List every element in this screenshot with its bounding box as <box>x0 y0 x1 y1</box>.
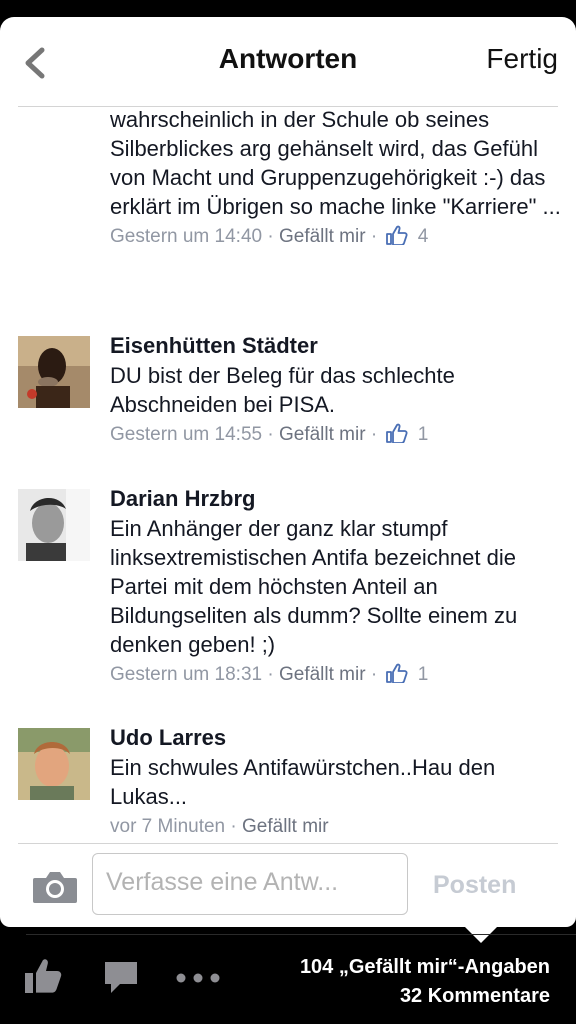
comment-meta: Gestern um 14:40 · Gefällt mir · 4 <box>110 225 429 247</box>
composer-divider <box>18 843 558 844</box>
comment-list[interactable]: wahrscheinlich in der Schule ob seines S… <box>0 107 576 845</box>
camera-icon[interactable] <box>32 870 78 904</box>
like-link[interactable]: Gefällt mir <box>279 424 366 445</box>
avatar[interactable] <box>18 489 90 561</box>
thumbs-up-icon <box>386 225 408 245</box>
likes-count-text[interactable]: 104 „Gefällt mir“-Angaben <box>300 953 550 982</box>
header: Antworten Fertig <box>0 17 576 107</box>
more-dots-icon[interactable] <box>176 973 220 983</box>
comment-meta: Gestern um 18:31 · Gefällt mir · 1 <box>110 663 429 685</box>
done-button[interactable]: Fertig <box>486 43 558 75</box>
speech-bubble-icon[interactable] <box>103 960 139 994</box>
replies-panel: Antworten Fertig wahrscheinlich in der S… <box>0 17 576 927</box>
comment-meta: vor 7 Minuten · Gefällt mir <box>110 816 329 837</box>
like-count: 1 <box>417 664 429 685</box>
comment-time: Gestern um 14:40 <box>110 226 263 247</box>
avatar[interactable] <box>18 728 90 800</box>
avatar[interactable] <box>18 336 90 408</box>
comment-meta: Gestern um 14:55 · Gefällt mir · 1 <box>110 423 429 445</box>
comment-time: vor 7 Minuten <box>110 816 226 837</box>
reply-input[interactable]: Verfasse eine Antw... <box>92 853 408 915</box>
post-button[interactable]: Posten <box>433 871 516 900</box>
comment-time: Gestern um 14:55 <box>110 424 263 445</box>
comment-text: Ein Anhänger der ganz klar stumpf linkse… <box>110 516 518 657</box>
thumbs-up-icon <box>386 423 408 443</box>
post-stats[interactable]: 104 „Gefällt mir“-Angaben 32 Kommentare <box>300 953 550 1011</box>
thumbs-up-icon[interactable] <box>24 957 64 995</box>
comment-author[interactable]: Darian Hrzbrg <box>110 484 562 514</box>
comment-author[interactable]: Eisenhütten Städter <box>110 331 562 361</box>
comment-text: wahrscheinlich in der Schule ob seines S… <box>110 107 561 219</box>
like-count: 1 <box>417 424 429 445</box>
comment-text: DU bist der Beleg für das schlechte Absc… <box>110 363 455 417</box>
like-count: 4 <box>417 226 429 247</box>
like-link[interactable]: Gefällt mir <box>242 816 329 837</box>
comments-count-text[interactable]: 32 Kommentare <box>300 982 550 1011</box>
comment-time: Gestern um 18:31 <box>110 664 263 685</box>
bottom-bar: 104 „Gefällt mir“-Angaben 32 Kommentare <box>0 935 576 1024</box>
like-link[interactable]: Gefällt mir <box>279 664 366 685</box>
thumbs-up-icon <box>386 663 408 683</box>
comment-text: Ein schwules Antifawürstchen..Hau den Lu… <box>110 755 496 809</box>
comment-author[interactable]: Udo Larres <box>110 723 562 753</box>
like-link[interactable]: Gefällt mir <box>279 226 366 247</box>
